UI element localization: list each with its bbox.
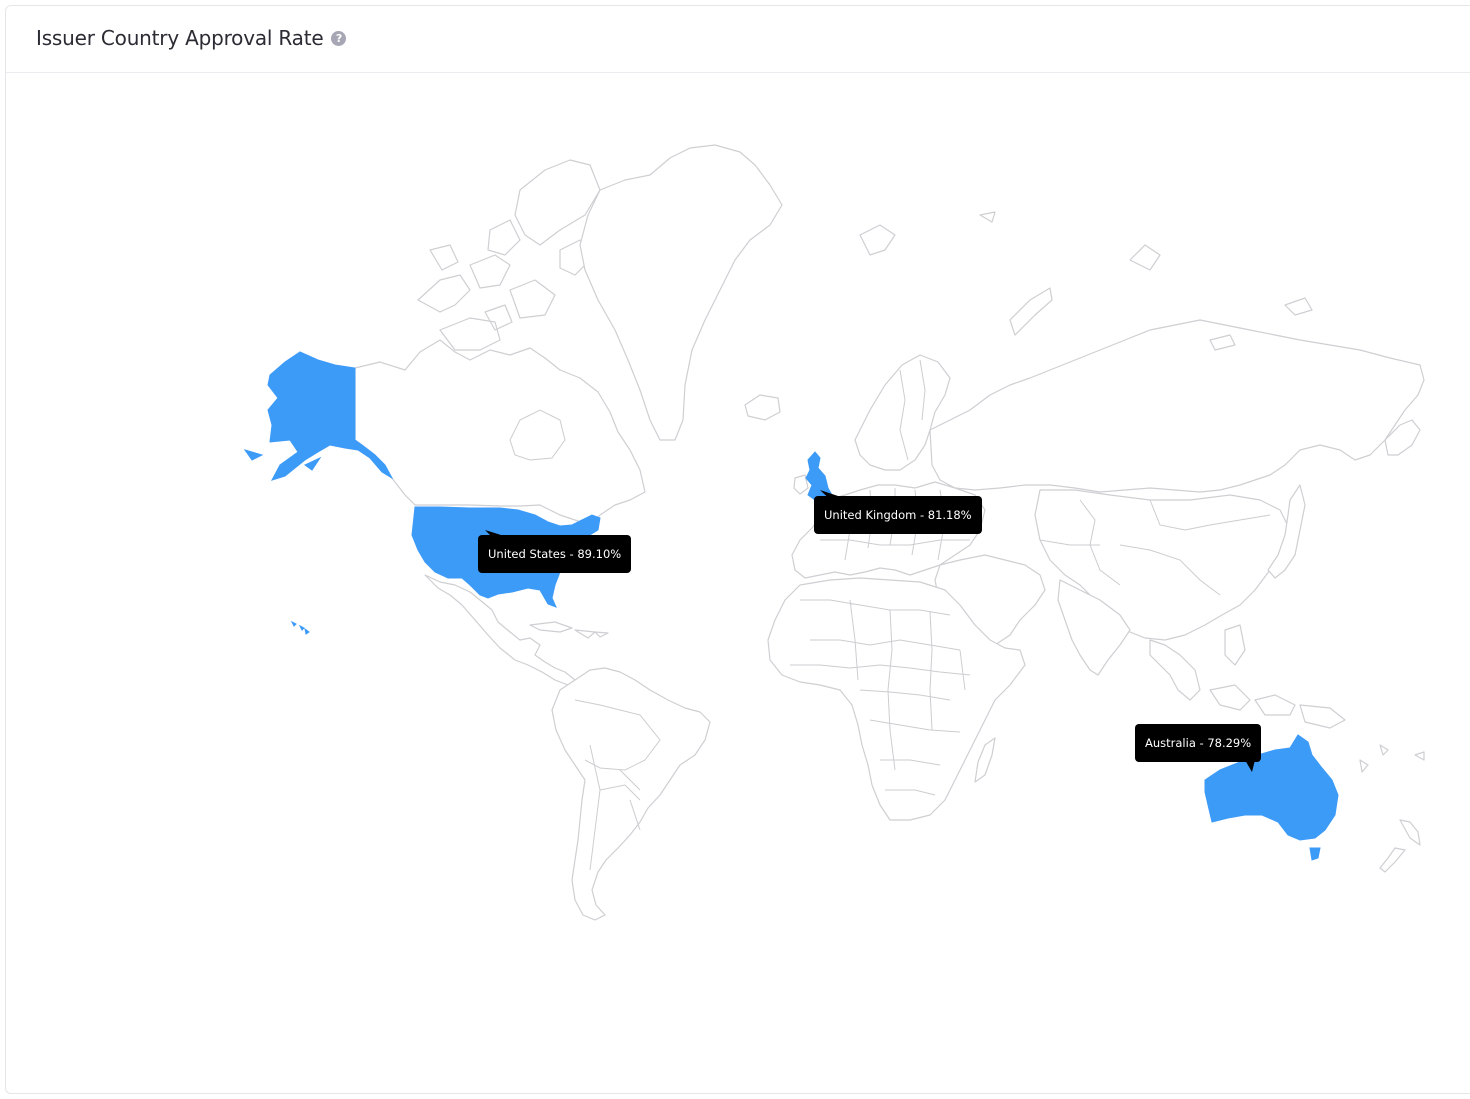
iceland — [744, 394, 781, 421]
country-canada[interactable] — [354, 339, 646, 526]
country-russia[interactable] — [929, 319, 1425, 493]
tooltip-united-states: United States - 89.10% — [478, 535, 632, 573]
south-america[interactable] — [551, 667, 711, 921]
arctic-islands — [417, 159, 601, 351]
country-usa-hawaii — [290, 620, 310, 635]
greenland — [579, 144, 783, 441]
caribbean-islands — [529, 621, 609, 639]
country-australia-tasmania — [1309, 847, 1321, 861]
southeast-asia[interactable] — [1149, 624, 1346, 729]
madagascar — [974, 737, 996, 783]
tooltip-australia: Australia - 78.29% — [1135, 724, 1262, 762]
country-new-zealand[interactable] — [1379, 819, 1421, 873]
pacific-islands — [1359, 744, 1425, 773]
world-map — [243, 144, 1425, 921]
tooltip-united-kingdom: United Kingdom - 81.18% — [814, 496, 982, 534]
